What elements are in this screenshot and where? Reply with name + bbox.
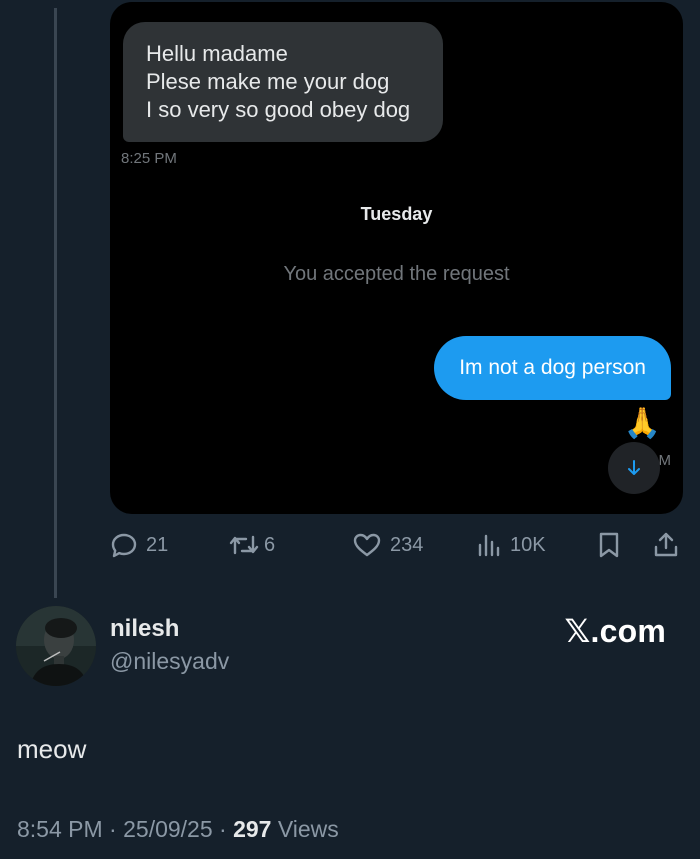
views-button[interactable]: 10K <box>476 527 546 563</box>
author-handle[interactable]: @nilesyadv <box>110 648 229 675</box>
reply-icon <box>111 533 137 558</box>
outgoing-message-bubble: Im not a dog person <box>434 336 671 400</box>
avatar[interactable] <box>16 606 96 686</box>
tweet-time: 8:54 PM <box>17 816 103 842</box>
day-separator: Tuesday <box>360 204 433 224</box>
views-total: 297 <box>233 816 272 842</box>
analytics-icon <box>478 534 500 557</box>
retweet-button[interactable]: 6 <box>228 527 275 563</box>
scroll-down-button[interactable] <box>608 442 660 494</box>
tweet-action-bar: 21 6 234 10K <box>108 527 688 563</box>
like-count: 234 <box>390 533 424 556</box>
reply-button[interactable]: 21 <box>110 527 168 563</box>
tweet-screenshot: Hellu madame Plese make me your dog I so… <box>0 0 700 859</box>
tweet-date: 25/09/25 <box>123 816 213 842</box>
incoming-message-time: 8:25 PM <box>121 150 177 167</box>
bookmark-button[interactable] <box>596 527 622 563</box>
tweet-meta: 8:54 PM · 25/09/25 · 297 Views <box>17 816 339 842</box>
heart-icon <box>353 533 381 557</box>
views-label: Views <box>277 816 339 842</box>
bookmark-icon <box>599 532 619 558</box>
retweet-count: 6 <box>264 533 276 556</box>
like-button[interactable]: 234 <box>352 527 423 563</box>
outgoing-message-time: M <box>658 452 672 469</box>
views-count: 10K <box>510 533 546 556</box>
thread-line <box>54 8 57 598</box>
x-logo: 𝕏.com <box>564 613 666 649</box>
share-icon <box>654 532 678 557</box>
author-name[interactable]: nilesh <box>110 615 179 643</box>
arrow-down-icon <box>628 460 640 475</box>
incoming-message-line: Plese make me your dog <box>146 69 390 94</box>
reply-count: 21 <box>146 533 169 556</box>
share-button[interactable] <box>652 527 680 563</box>
avatar-photo <box>16 606 96 686</box>
system-message: You accepted the request <box>283 263 510 285</box>
incoming-message-line: I so very so good obey dog <box>146 97 411 122</box>
reaction-emoji: 🙏 <box>623 407 661 440</box>
retweet-icon <box>229 535 259 555</box>
incoming-message-bubble: Hellu madame Plese make me your dog I so… <box>123 22 443 142</box>
dm-screenshot-card[interactable]: Hellu madame Plese make me your dog I so… <box>110 2 683 514</box>
incoming-message-line: Hellu madame <box>146 41 288 66</box>
tweet-text: meow <box>17 734 87 764</box>
